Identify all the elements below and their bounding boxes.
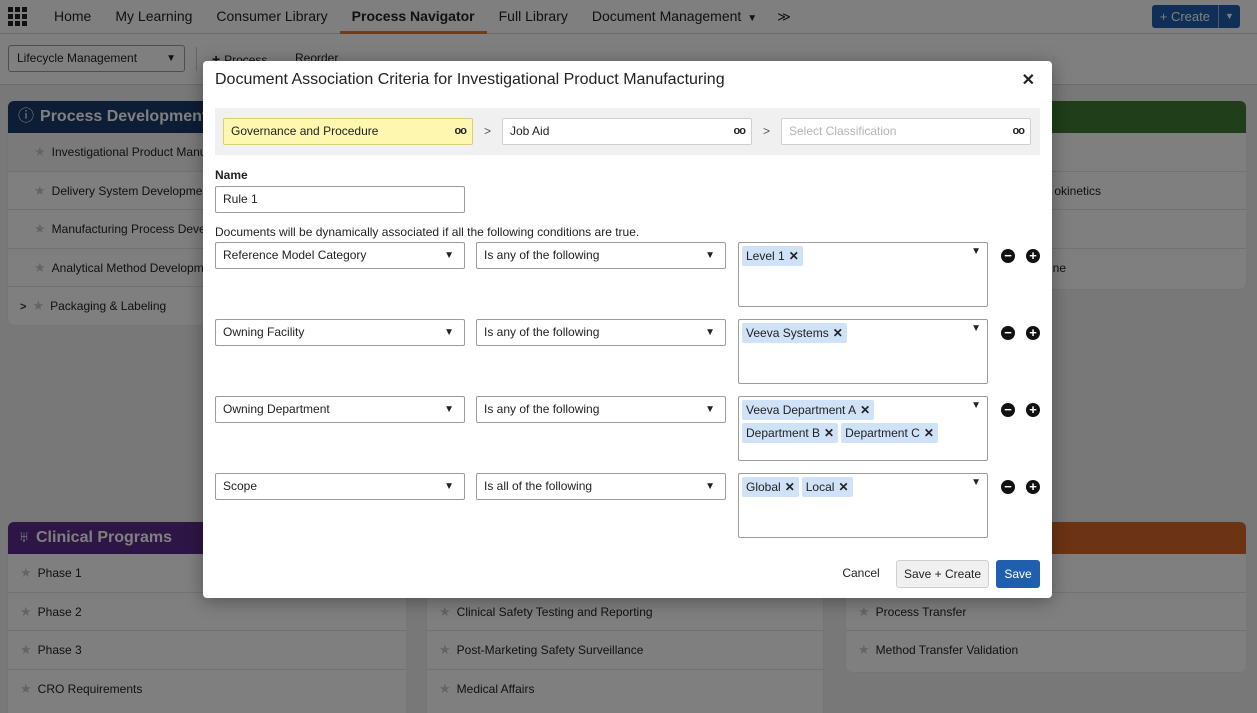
remove-rule-icon[interactable]: − (1001, 480, 1015, 494)
remove-chip-icon[interactable]: ✕ (824, 426, 834, 440)
save-and-create-button[interactable]: Save + Create (896, 560, 989, 588)
remove-chip-icon[interactable]: ✕ (785, 480, 795, 494)
binoculars-icon[interactable]: oo (734, 119, 746, 144)
rule-field-value: Scope (223, 479, 258, 493)
value-chip-label: Department B (746, 426, 821, 440)
classification-level3-field[interactable]: Select Classification oo (781, 118, 1031, 145)
caret-down-icon[interactable]: ▼ (971, 246, 981, 257)
binoculars-icon[interactable]: oo (455, 119, 467, 144)
value-chip-label: Local (805, 480, 835, 494)
value-chip: Department B ✕ (742, 423, 839, 443)
close-icon[interactable]: ✕ (1022, 70, 1035, 90)
rule-field-select[interactable]: Scope ▼ (215, 473, 465, 500)
rule-values-multiselect[interactable]: Global ✕ Local ✕ ▼ (738, 473, 988, 538)
add-rule-icon[interactable]: + (1026, 403, 1040, 417)
caret-down-icon: ▼ (444, 327, 454, 338)
remove-rule-icon[interactable]: − (1001, 403, 1015, 417)
save-button[interactable]: Save (996, 560, 1040, 588)
value-chip-label: Global (746, 480, 781, 494)
classification-level2-value: Job Aid (510, 124, 550, 138)
caret-down-icon: ▼ (705, 404, 715, 415)
value-chip: Department C ✕ (841, 423, 938, 443)
add-rule-icon[interactable]: + (1026, 480, 1040, 494)
caret-down-icon: ▼ (705, 327, 715, 338)
remove-chip-icon[interactable]: ✕ (833, 326, 843, 340)
rule-field-select[interactable]: Reference Model Category ▼ (215, 242, 465, 269)
remove-chip-icon[interactable]: ✕ (924, 426, 934, 440)
rule-values-multiselect[interactable]: Veeva Systems ✕ ▼ (738, 319, 988, 384)
document-association-dialog: Document Association Criteria for Invest… (203, 61, 1052, 598)
rule-field-value: Owning Facility (223, 325, 305, 339)
caret-down-icon: ▼ (444, 404, 454, 415)
chevron-right-icon: > (484, 124, 492, 138)
caret-down-icon[interactable]: ▼ (971, 323, 981, 334)
chevron-right-icon: > (763, 124, 771, 138)
rule-operator-value: Is any of the following (484, 248, 600, 262)
remove-rule-icon[interactable]: − (1001, 249, 1015, 263)
value-chip: Level 1 ✕ (742, 246, 803, 266)
name-input[interactable]: Rule 1 (215, 186, 465, 213)
value-chip: Veeva Systems ✕ (742, 323, 847, 343)
rule-field-select[interactable]: Owning Facility ▼ (215, 319, 465, 346)
rule-field-select[interactable]: Owning Department ▼ (215, 396, 465, 423)
remove-rule-icon[interactable]: − (1001, 326, 1015, 340)
rule-operator-select[interactable]: Is any of the following ▼ (476, 396, 726, 423)
classification-bar: Governance and Procedure oo > Job Aid oo… (215, 108, 1040, 155)
name-label: Name (215, 168, 248, 182)
value-chip: Global ✕ (742, 477, 799, 497)
rule-operator-select[interactable]: Is any of the following ▼ (476, 242, 726, 269)
classification-level2-field[interactable]: Job Aid oo (502, 118, 752, 145)
rule-operator-value: Is any of the following (484, 325, 600, 339)
caret-down-icon: ▼ (444, 481, 454, 492)
remove-chip-icon[interactable]: ✕ (838, 480, 848, 494)
value-chip-label: Veeva Systems (746, 326, 829, 340)
rule-operator-value: Is any of the following (484, 402, 600, 416)
remove-chip-icon[interactable]: ✕ (789, 249, 799, 263)
caret-down-icon: ▼ (705, 250, 715, 261)
rule-operator-select[interactable]: Is all of the following ▼ (476, 473, 726, 500)
rule-operator-value: Is all of the following (484, 479, 593, 493)
classification-level1-value: Governance and Procedure (231, 124, 379, 138)
classification-level1-field[interactable]: Governance and Procedure oo (223, 118, 473, 145)
value-chip-label: Department C (845, 426, 920, 440)
caret-down-icon: ▼ (705, 481, 715, 492)
cancel-button[interactable]: Cancel (835, 560, 887, 588)
remove-chip-icon[interactable]: ✕ (860, 403, 870, 417)
conditions-description: Documents will be dynamically associated… (215, 225, 640, 239)
caret-down-icon[interactable]: ▼ (971, 400, 981, 411)
value-chip: Local ✕ (801, 477, 853, 497)
rule-field-value: Reference Model Category (223, 248, 367, 262)
add-rule-icon[interactable]: + (1026, 249, 1040, 263)
rule-field-value: Owning Department (223, 402, 330, 416)
rule-values-multiselect[interactable]: Veeva Department A ✕ Department B ✕ Departm… (738, 396, 988, 461)
rule-operator-select[interactable]: Is any of the following ▼ (476, 319, 726, 346)
value-chip-label: Level 1 (746, 249, 785, 263)
classification-level3-placeholder: Select Classification (789, 124, 897, 138)
caret-down-icon: ▼ (444, 250, 454, 261)
add-rule-icon[interactable]: + (1026, 326, 1040, 340)
rule-values-multiselect[interactable]: Level 1 ✕ ▼ (738, 242, 988, 307)
caret-down-icon[interactable]: ▼ (971, 477, 981, 488)
binoculars-icon[interactable]: oo (1013, 119, 1025, 144)
value-chip-label: Veeva Department A (746, 403, 857, 417)
dialog-title: Document Association Criteria for Invest… (215, 71, 725, 88)
value-chip: Veeva Department A ✕ (742, 400, 875, 420)
